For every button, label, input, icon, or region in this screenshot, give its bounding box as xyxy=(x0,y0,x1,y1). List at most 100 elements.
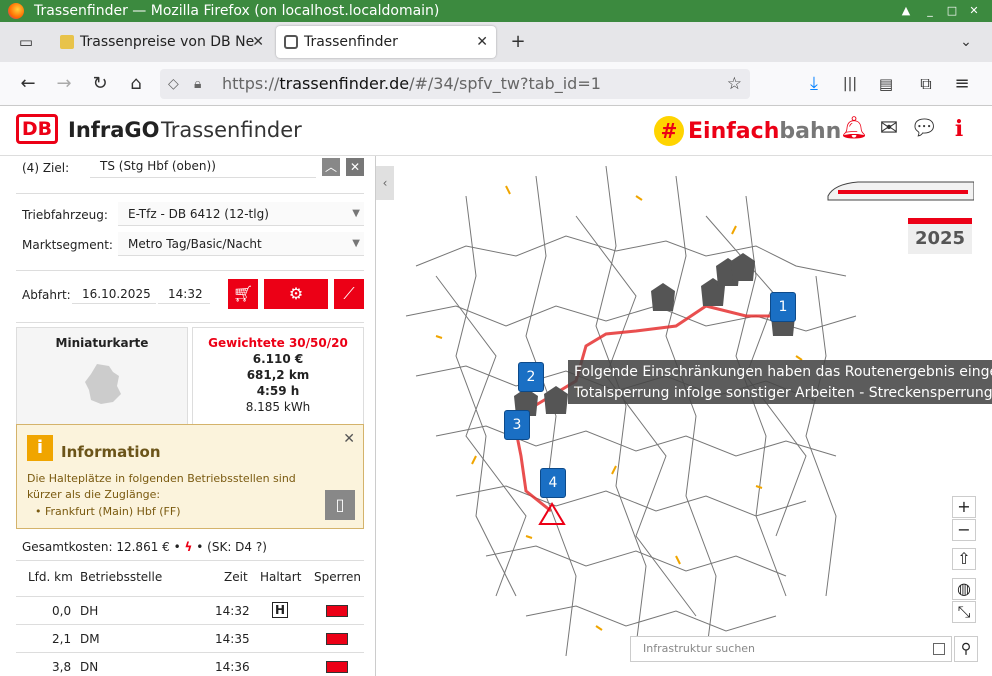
downloads-icon[interactable]: ⤓ xyxy=(802,72,826,96)
globe-icon[interactable]: ◍ xyxy=(952,578,976,600)
checkbox[interactable] xyxy=(933,643,945,655)
divider xyxy=(16,322,364,323)
route-marker-3[interactable]: 3 xyxy=(504,410,530,440)
info-icon: i xyxy=(27,435,53,461)
url-domain: trassenfinder.de xyxy=(279,74,410,93)
tab-trassenfinder[interactable]: Trassenfinder ✕ xyxy=(276,26,496,58)
infrago-label: InfraGO xyxy=(68,118,160,142)
tab-overview-icon[interactable]: ▭ xyxy=(14,30,38,54)
mini-map-card[interactable]: Miniaturkarte xyxy=(16,327,188,427)
bookmark-star-icon[interactable]: ☆ xyxy=(727,69,742,99)
window-titlebar: Trassenfinder — Mozilla Firefox (on loca… xyxy=(0,0,992,22)
restriction-tooltip: Folgende Einschränkungen haben das Route… xyxy=(568,360,992,404)
col-sperren: Sperren xyxy=(314,570,361,584)
sperre-bar[interactable] xyxy=(326,661,348,673)
route-search-button[interactable]: ⚙ xyxy=(264,279,328,309)
cart-button[interactable]: 🛒︎ xyxy=(228,279,258,309)
firefox-icon xyxy=(8,3,24,19)
maximize-button[interactable]: □ xyxy=(944,3,960,19)
zoom-out-button[interactable]: − xyxy=(952,519,976,541)
einfachbahn-logo[interactable]: # Einfachbahn xyxy=(654,116,841,146)
energy-value: 8.185 kWh xyxy=(245,400,311,414)
close-tab-icon[interactable]: ✕ xyxy=(476,26,488,58)
ziel-input[interactable]: TS (Stg Hbf (oben)) xyxy=(90,156,316,178)
info-icon[interactable]: i xyxy=(946,116,972,142)
db-logo[interactable]: DB xyxy=(16,114,58,144)
infrastructure-search[interactable]: Infrastruktur suchen xyxy=(630,636,952,662)
col-lfd-km: Lfd. km xyxy=(28,570,73,584)
close-tab-icon[interactable]: ✕ xyxy=(252,26,264,58)
table-row[interactable]: 3,8 DN 14:36 xyxy=(16,652,364,676)
menu-icon[interactable]: ≡ xyxy=(950,72,974,96)
info-box: i Information ✕ Die Halteplätze in folge… xyxy=(16,424,364,529)
sidebar-icon[interactable]: ▤ xyxy=(874,72,898,96)
back-icon[interactable]: ← xyxy=(16,72,40,96)
reload-icon[interactable]: ↻ xyxy=(88,72,112,96)
map-area[interactable]: ‹ 2025 1 2 3 4 Folgende Einschränkungen … xyxy=(376,156,992,676)
library-icon[interactable]: ||| xyxy=(838,72,862,96)
close-window-button[interactable]: ✕ xyxy=(966,3,982,19)
table-row[interactable]: 0,0 DH 14:32 H xyxy=(16,596,364,624)
route-marker-1[interactable]: 1 xyxy=(770,292,796,322)
row-km: 0,0 xyxy=(52,604,72,618)
train-icon[interactable]: ▯ xyxy=(325,490,355,520)
chat-icon[interactable]: 💬︎ xyxy=(910,116,938,142)
home-icon[interactable]: ⌂ xyxy=(124,72,148,96)
price-value: 6.110 € xyxy=(252,352,304,366)
route-icon[interactable]: ⤡ xyxy=(952,601,976,623)
extensions-icon[interactable]: ⧉ xyxy=(914,72,938,96)
collapse-sidebar-button[interactable]: ‹ xyxy=(376,166,394,200)
duration-value: 4:59 h xyxy=(256,384,300,398)
distance-value: 681,2 km xyxy=(246,368,310,382)
abfahrt-time-input[interactable]: 14:32 xyxy=(158,282,210,304)
sidebar: (4) Ziel: TS (Stg Hbf (oben)) ︿ ✕ Triebf… xyxy=(0,156,376,676)
weighted-card[interactable]: Gewichtete 30/50/20 6.110 € 681,2 km 4:5… xyxy=(192,327,364,427)
haltart-icon: H xyxy=(272,602,289,618)
row-bs: DM xyxy=(80,632,100,646)
sperre-bar[interactable] xyxy=(326,605,348,617)
tab-trassenpreise[interactable]: Trassenpreise von DB Ne ✕ xyxy=(52,26,272,58)
tab-favicon-icon xyxy=(60,35,74,49)
search-icon[interactable]: ⚲ xyxy=(954,636,978,662)
list-tabs-icon[interactable]: ⌄ xyxy=(954,30,978,54)
zoom-in-button[interactable]: + xyxy=(952,496,976,518)
total-cost: Gesamtkosten: 12.861 € • xyxy=(22,540,181,554)
remove-ziel-button[interactable]: ✕ xyxy=(346,158,364,176)
markt-label: Marktsegment: xyxy=(22,238,113,252)
close-info-icon[interactable]: ✕ xyxy=(343,431,355,447)
app-header: DB InfraGO Trassenfinder # Einfachbahn 🔔︎… xyxy=(0,106,992,156)
window-title: Trassenfinder — Mozilla Firefox (on loca… xyxy=(34,3,440,19)
divider xyxy=(16,193,364,194)
slogan-red: Einfach xyxy=(688,119,780,144)
new-tab-icon[interactable]: + xyxy=(506,30,530,54)
table-row[interactable]: 2,1 DM 14:35 xyxy=(16,624,364,652)
route-marker-4[interactable]: 4 xyxy=(540,468,566,498)
home-arrow-icon[interactable]: ⇧ xyxy=(952,548,976,570)
minimize-button[interactable]: _ xyxy=(922,3,938,19)
markt-select[interactable]: Metro Tag/Basic/Nacht ▼ xyxy=(118,232,364,256)
abfahrt-label: Abfahrt: xyxy=(22,288,71,302)
url-bar[interactable]: ◇ 🔒︎ https://trassenfinder.de/#/34/spfv_… xyxy=(160,69,750,99)
rail-network-map xyxy=(405,165,857,657)
bell-icon[interactable]: 🔔︎ xyxy=(840,116,868,142)
abfahrt-date-input[interactable]: 16.10.2025 xyxy=(72,282,156,304)
forward-icon[interactable]: → xyxy=(52,72,76,96)
mini-map-title: Miniaturkarte xyxy=(55,336,149,350)
route-marker-2[interactable]: 2 xyxy=(518,362,544,392)
tab-favicon-icon xyxy=(284,35,298,49)
lightning-icon: ϟ xyxy=(184,540,193,554)
mail-icon[interactable]: ✉ xyxy=(876,116,902,142)
year-badge[interactable]: 2025 xyxy=(908,218,972,254)
keep-above-icon[interactable]: ▲ xyxy=(898,3,914,19)
lock-icon: 🔒︎ xyxy=(194,76,202,92)
url-prefix: https:// xyxy=(222,74,280,93)
col-betriebsstelle: Betriebsstelle xyxy=(80,570,163,584)
url-path: /#/34/spfv_tw?tab_id=1 xyxy=(409,74,601,93)
row-bs: DH xyxy=(80,604,99,618)
hash-icon: # xyxy=(654,116,684,146)
profile-button[interactable]: ⟋ xyxy=(334,279,364,309)
sperre-bar[interactable] xyxy=(326,633,348,645)
move-up-button[interactable]: ︿ xyxy=(322,158,340,176)
chevron-down-icon: ▼ xyxy=(352,208,360,219)
tfz-select[interactable]: E-Tfz - DB 6412 (12-tlg) ▼ xyxy=(118,202,364,226)
